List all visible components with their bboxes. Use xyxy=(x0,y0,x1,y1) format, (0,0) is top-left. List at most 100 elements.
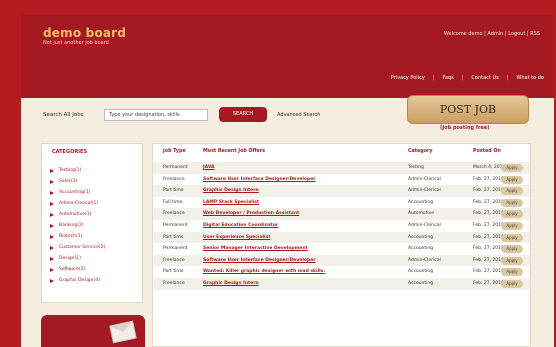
job-title-link[interactable]: JAVA xyxy=(203,165,215,170)
table-row: Permanent JAVA Testing March 4, 2010 Apply xyxy=(153,162,530,174)
advanced-search-link[interactable]: Advanced Search xyxy=(277,112,320,118)
table-body: Permanent JAVA Testing March 4, 2010 Apply Fr… xyxy=(153,162,530,290)
job-title-link[interactable]: User Experience Specialist xyxy=(203,235,270,240)
col-category: Category xyxy=(408,149,433,154)
job-title-link[interactable]: Wanted: Killer graphic designer with mad… xyxy=(203,269,325,274)
arrow-right-icon xyxy=(50,234,54,239)
col-job-offers: Most Recent Job Offers xyxy=(203,149,265,154)
category-item[interactable]: Design(1) xyxy=(50,253,105,264)
nav-separator: | xyxy=(506,75,509,81)
category-cell: Accounting xyxy=(408,234,434,240)
posted-date-cell: Feb. 27, 2010 xyxy=(473,257,504,263)
category-label[interactable]: Customer Service(2) xyxy=(59,245,105,250)
table-row: Part time Graphic Design Intern Admin-Cler… xyxy=(153,185,530,197)
category-label[interactable]: Banking(2) xyxy=(59,223,84,228)
category-cell: Admin-Clerical xyxy=(408,257,441,263)
job-title-link[interactable]: Senior Manager Interactive Development xyxy=(203,246,308,251)
category-item[interactable]: Biotech(1) xyxy=(50,231,105,242)
apply-button[interactable]: Apply xyxy=(501,221,523,230)
posted-date-cell: Feb. 27, 2010 xyxy=(473,211,504,217)
category-label[interactable]: Sales(1) xyxy=(59,179,77,184)
category-item[interactable]: Testing(1) xyxy=(50,165,105,176)
apply-button[interactable]: Apply xyxy=(501,210,523,219)
apply-button[interactable]: Apply xyxy=(501,268,523,277)
main-nav: Privacy Policy | Faqs | Contact Us | Wha… xyxy=(391,75,544,81)
arrow-right-icon xyxy=(50,201,54,206)
category-cell: Admin-Clerical xyxy=(408,222,441,228)
category-label[interactable]: Design(1) xyxy=(59,256,81,261)
category-item[interactable]: Banking(2) xyxy=(50,220,105,231)
category-cell: Accounting xyxy=(408,199,434,205)
arrow-right-icon xyxy=(50,223,54,228)
job-type-cell: Full time xyxy=(163,199,183,205)
apply-button[interactable]: Apply xyxy=(501,245,523,254)
category-label[interactable]: Accounting(1) xyxy=(59,190,91,195)
header: demo board Not just another job board We… xyxy=(21,15,554,98)
envelope-icon xyxy=(109,320,137,344)
category-label[interactable]: Graphic Design(4) xyxy=(59,278,100,283)
apply-button[interactable]: Apply xyxy=(501,256,523,265)
job-type-cell: Part time xyxy=(163,269,184,275)
nav-faqs[interactable]: Faqs xyxy=(442,75,453,81)
job-title-link[interactable]: LAMP Stack Specialist xyxy=(203,200,259,205)
nav-privacy-policy[interactable]: Privacy Policy xyxy=(391,75,425,81)
nav-what-to-do[interactable]: What to do xyxy=(516,75,544,81)
category-label[interactable]: Software(2) xyxy=(59,267,85,272)
categories-list: Testing(1) Sales(1) Accounting(1) Admin-Cle… xyxy=(50,165,105,286)
category-item[interactable]: Sales(1) xyxy=(50,176,105,187)
posted-date-cell: Feb. 27, 2010 xyxy=(473,269,504,275)
job-title-link[interactable]: Software User Interface Designer/Develop… xyxy=(203,177,315,182)
table-row: Freelance Software User Interface Designe… xyxy=(153,254,530,267)
category-label[interactable]: Automotive(1) xyxy=(59,212,91,217)
category-item[interactable]: Graphic Design(4) xyxy=(50,275,105,286)
job-title-link[interactable]: Digital Education Coordinator xyxy=(203,223,278,228)
table-row: Permanent Digital Education Coordinator Ad… xyxy=(153,220,530,232)
job-type-cell: Part time xyxy=(163,234,184,240)
arrow-right-icon xyxy=(50,245,54,250)
category-item[interactable]: Customer Service(2) xyxy=(50,242,105,253)
table-row: Full time LAMP Stack Specialist Accounting… xyxy=(153,197,530,209)
category-label[interactable]: Biotech(1) xyxy=(59,234,82,239)
posted-date-cell: Feb. 27, 2010 xyxy=(473,176,504,182)
search-input[interactable]: Type your designation, skills xyxy=(104,109,208,121)
page: demo board Not just another job board We… xyxy=(21,15,554,347)
apply-button[interactable]: Apply xyxy=(501,175,523,184)
apply-button[interactable]: Apply xyxy=(501,164,523,172)
category-cell: Automotive xyxy=(408,211,435,217)
job-type-cell: Permanent xyxy=(163,246,188,252)
apply-button[interactable]: Apply xyxy=(501,233,523,242)
arrow-right-icon xyxy=(50,168,54,173)
brand-logo[interactable]: demo board xyxy=(43,26,126,40)
user-bar[interactable]: Welcome demo | Admin | Logout | RSS xyxy=(444,31,540,37)
arrow-right-icon xyxy=(50,256,54,261)
category-item[interactable]: Accounting(1) xyxy=(50,187,105,198)
post-job-button[interactable]: POST JOB xyxy=(407,95,529,124)
job-type-cell: Permanent xyxy=(163,222,188,228)
promo-banner[interactable] xyxy=(41,315,145,347)
job-title-link[interactable]: Graphic Design Intern xyxy=(203,188,259,193)
category-cell: Admin-Clerical xyxy=(408,176,441,182)
category-label[interactable]: Admin-Clerical(1) xyxy=(59,201,98,206)
search-label: Search All Jobs xyxy=(43,112,84,118)
job-title-link[interactable]: Graphic Design Intern xyxy=(203,281,259,286)
category-item[interactable]: Automotive(1) xyxy=(50,209,105,220)
category-cell: Accounting xyxy=(408,280,434,286)
job-type-cell: Freelance xyxy=(163,280,185,286)
category-label[interactable]: Testing(1) xyxy=(59,168,81,173)
nav-contact-us[interactable]: Contact Us xyxy=(471,75,498,81)
category-item[interactable]: Software(2) xyxy=(50,264,105,275)
job-title-link[interactable]: Software User Interface Designer/Develop… xyxy=(203,258,315,263)
apply-button[interactable]: Apply xyxy=(501,187,523,196)
job-title-link[interactable]: Web Developer / Production Assistant xyxy=(203,211,299,216)
search-button[interactable]: SEARCH xyxy=(219,107,267,122)
categories-panel: CATEGORIES Testing(1) Sales(1) Accounting(… xyxy=(41,143,143,303)
category-item[interactable]: Admin-Clerical(1) xyxy=(50,198,105,209)
nav-separator: | xyxy=(461,75,464,81)
col-posted-on: Posted On xyxy=(473,149,501,154)
job-type-cell: Part time xyxy=(163,188,184,194)
table-row: Freelance Web Developer / Production Assi… xyxy=(153,208,530,220)
apply-button[interactable]: Apply xyxy=(501,198,523,207)
apply-button[interactable]: Apply xyxy=(501,279,523,288)
table-row: Freelance Software User Interface Designe… xyxy=(153,174,530,186)
posted-date-cell: Feb. 27, 2010 xyxy=(473,246,504,252)
